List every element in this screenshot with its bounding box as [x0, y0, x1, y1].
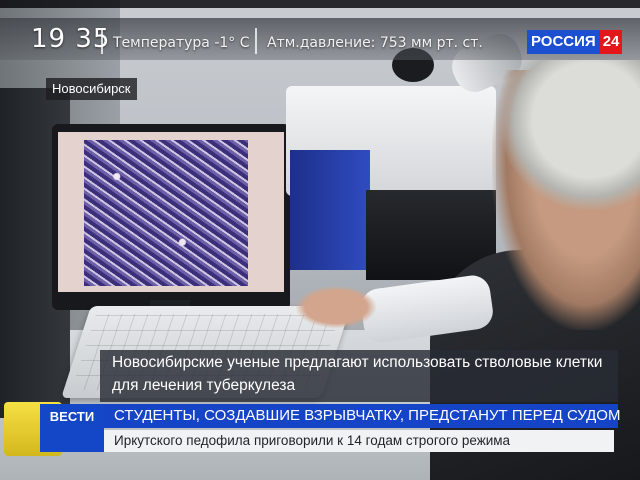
microscope-stand: [290, 150, 370, 270]
location-badge: Новосибирск: [46, 78, 137, 100]
vesti-badge: ВЕСТИ: [40, 404, 104, 452]
caption-line-1: Новосибирские ученые предлагают использо…: [112, 354, 603, 371]
channel-number: 24: [599, 30, 623, 54]
pressure-readout: Атм.давление: 753 мм рт. ст.: [267, 35, 483, 51]
ticker-headline: СТУДЕНТЫ, СОЗДАВШИЕ ВЗРЫВЧАТКУ, ПРЕДСТАН…: [104, 404, 621, 428]
ticker-subline: Иркутского педофила приговорили к 14 год…: [104, 430, 614, 452]
ticker-subline-text: Иркутского педофила приговорили к 14 год…: [114, 433, 511, 448]
temperature-readout: Температура -1° С: [113, 35, 250, 51]
scientist-hair: [500, 60, 640, 210]
rossiya-24-logo: РОССИЯ 24: [527, 30, 623, 54]
clock: 19 35: [31, 24, 111, 54]
top-strip: [0, 0, 640, 8]
scientist-hand: [296, 286, 376, 328]
vesti-label: ВЕСТИ: [49, 409, 95, 424]
channel-name: РОССИЯ: [527, 30, 600, 54]
separator: [255, 28, 257, 54]
ticker-headline-text: СТУДЕНТЫ, СОЗДАВШИЕ ВЗРЫВЧАТКУ, ПРЕДСТАН…: [114, 407, 621, 424]
separator: [101, 28, 103, 54]
news-caption: Новосибирские ученые предлагают использо…: [100, 350, 618, 402]
caption-line-2: для лечения туберкулеза: [112, 377, 296, 394]
micrograph-image: [84, 140, 248, 286]
